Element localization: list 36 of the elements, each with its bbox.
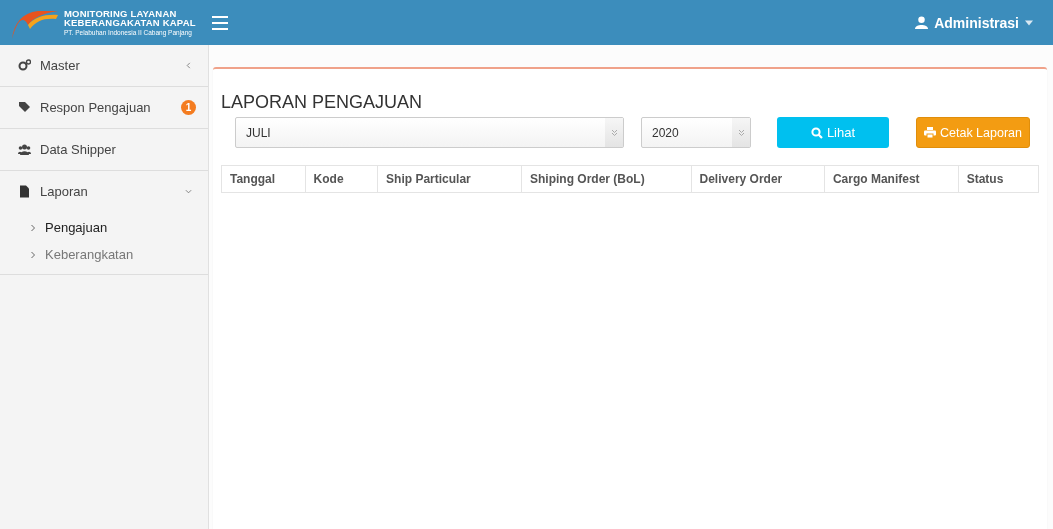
sidebar-label: Master bbox=[40, 58, 81, 73]
sidebar-label: Laporan bbox=[40, 184, 89, 199]
users-icon bbox=[18, 143, 31, 156]
user-menu[interactable]: Administrasi bbox=[909, 13, 1039, 32]
chevron-right-icon bbox=[30, 223, 36, 232]
submenu-item[interactable]: Keberangkatan bbox=[0, 241, 208, 268]
year-select[interactable]: 2020 bbox=[641, 117, 751, 148]
user-icon bbox=[915, 16, 929, 29]
sidebar-item[interactable]: Respon Pengajuan 1 bbox=[0, 87, 208, 128]
column-header: Cargo Manifest bbox=[824, 165, 959, 193]
double-chevron-icon bbox=[610, 128, 618, 137]
month-select[interactable]: JULI bbox=[235, 117, 624, 148]
double-chevron-icon bbox=[737, 128, 745, 137]
sidebar-item[interactable]: Laporan bbox=[0, 171, 208, 212]
tag-icon bbox=[18, 101, 31, 114]
column-header: Ship Particular bbox=[377, 165, 522, 193]
sidebar-item[interactable]: Master bbox=[0, 45, 208, 86]
chevron-right-icon bbox=[30, 250, 36, 259]
column-header: Shiping Order (BoL) bbox=[521, 165, 692, 193]
sidebar-item[interactable]: Data Shipper bbox=[0, 129, 208, 170]
sidebar-label: Data Shipper bbox=[40, 142, 117, 157]
notification-badge: 1 bbox=[181, 100, 196, 115]
printer-icon bbox=[924, 127, 936, 138]
column-header: Kode bbox=[305, 165, 378, 193]
sidebar-label: Respon Pengajuan bbox=[40, 100, 152, 115]
search-icon bbox=[810, 126, 823, 139]
file-icon bbox=[18, 185, 31, 198]
app-title: MONITORING LAYANAN bbox=[64, 8, 178, 19]
column-header: Tanggal bbox=[221, 165, 306, 193]
gears-icon bbox=[18, 59, 31, 72]
submenu-item[interactable]: Pengajuan bbox=[0, 214, 208, 241]
caret-icon bbox=[1025, 19, 1033, 26]
column-header: Delivery Order bbox=[691, 165, 825, 193]
app-title: KEBERANGAKATAN KAPAL bbox=[64, 18, 196, 28]
page-title: LAPORAN PENGAJUAN bbox=[221, 92, 424, 113]
column-header: Status bbox=[958, 165, 1039, 193]
